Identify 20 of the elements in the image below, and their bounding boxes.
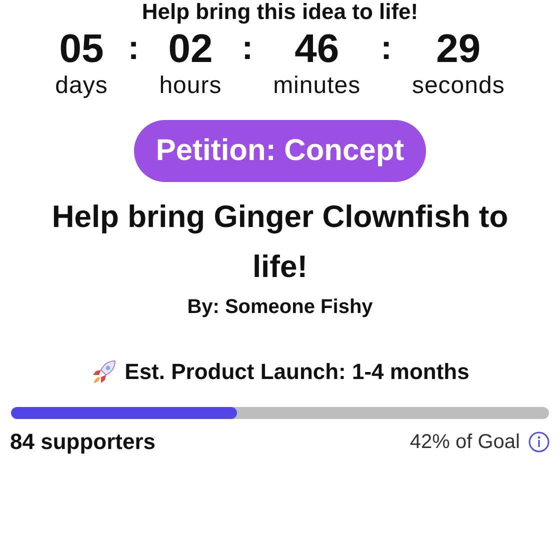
author-name: By: Someone Fishy bbox=[187, 296, 373, 319]
goal-percentage: 42% of Goal bbox=[410, 430, 520, 454]
separator: : bbox=[128, 28, 140, 69]
countdown-label: days bbox=[55, 72, 108, 100]
countdown-label: seconds bbox=[412, 72, 505, 100]
countdown-value: 05 bbox=[59, 26, 104, 72]
countdown-label: minutes bbox=[273, 72, 361, 100]
launch-estimate: Est. Product Launch: 1-4 months bbox=[124, 359, 470, 385]
status-badge: Petition: Concept bbox=[134, 120, 426, 182]
countdown-value: 02 bbox=[168, 26, 213, 72]
info-icon[interactable] bbox=[528, 431, 550, 453]
rocket-icon bbox=[90, 359, 117, 385]
countdown-value: 46 bbox=[294, 26, 340, 72]
countdown-value: 29 bbox=[436, 26, 481, 72]
section-heading: Help bring this idea to life! bbox=[142, 0, 418, 24]
separator: : bbox=[242, 28, 254, 69]
countdown-label: hours bbox=[159, 72, 222, 100]
supporter-count: 84 supporters bbox=[10, 429, 156, 455]
product-title: Help bring Ginger Clownfish to life! bbox=[50, 198, 510, 286]
separator: : bbox=[380, 28, 392, 69]
